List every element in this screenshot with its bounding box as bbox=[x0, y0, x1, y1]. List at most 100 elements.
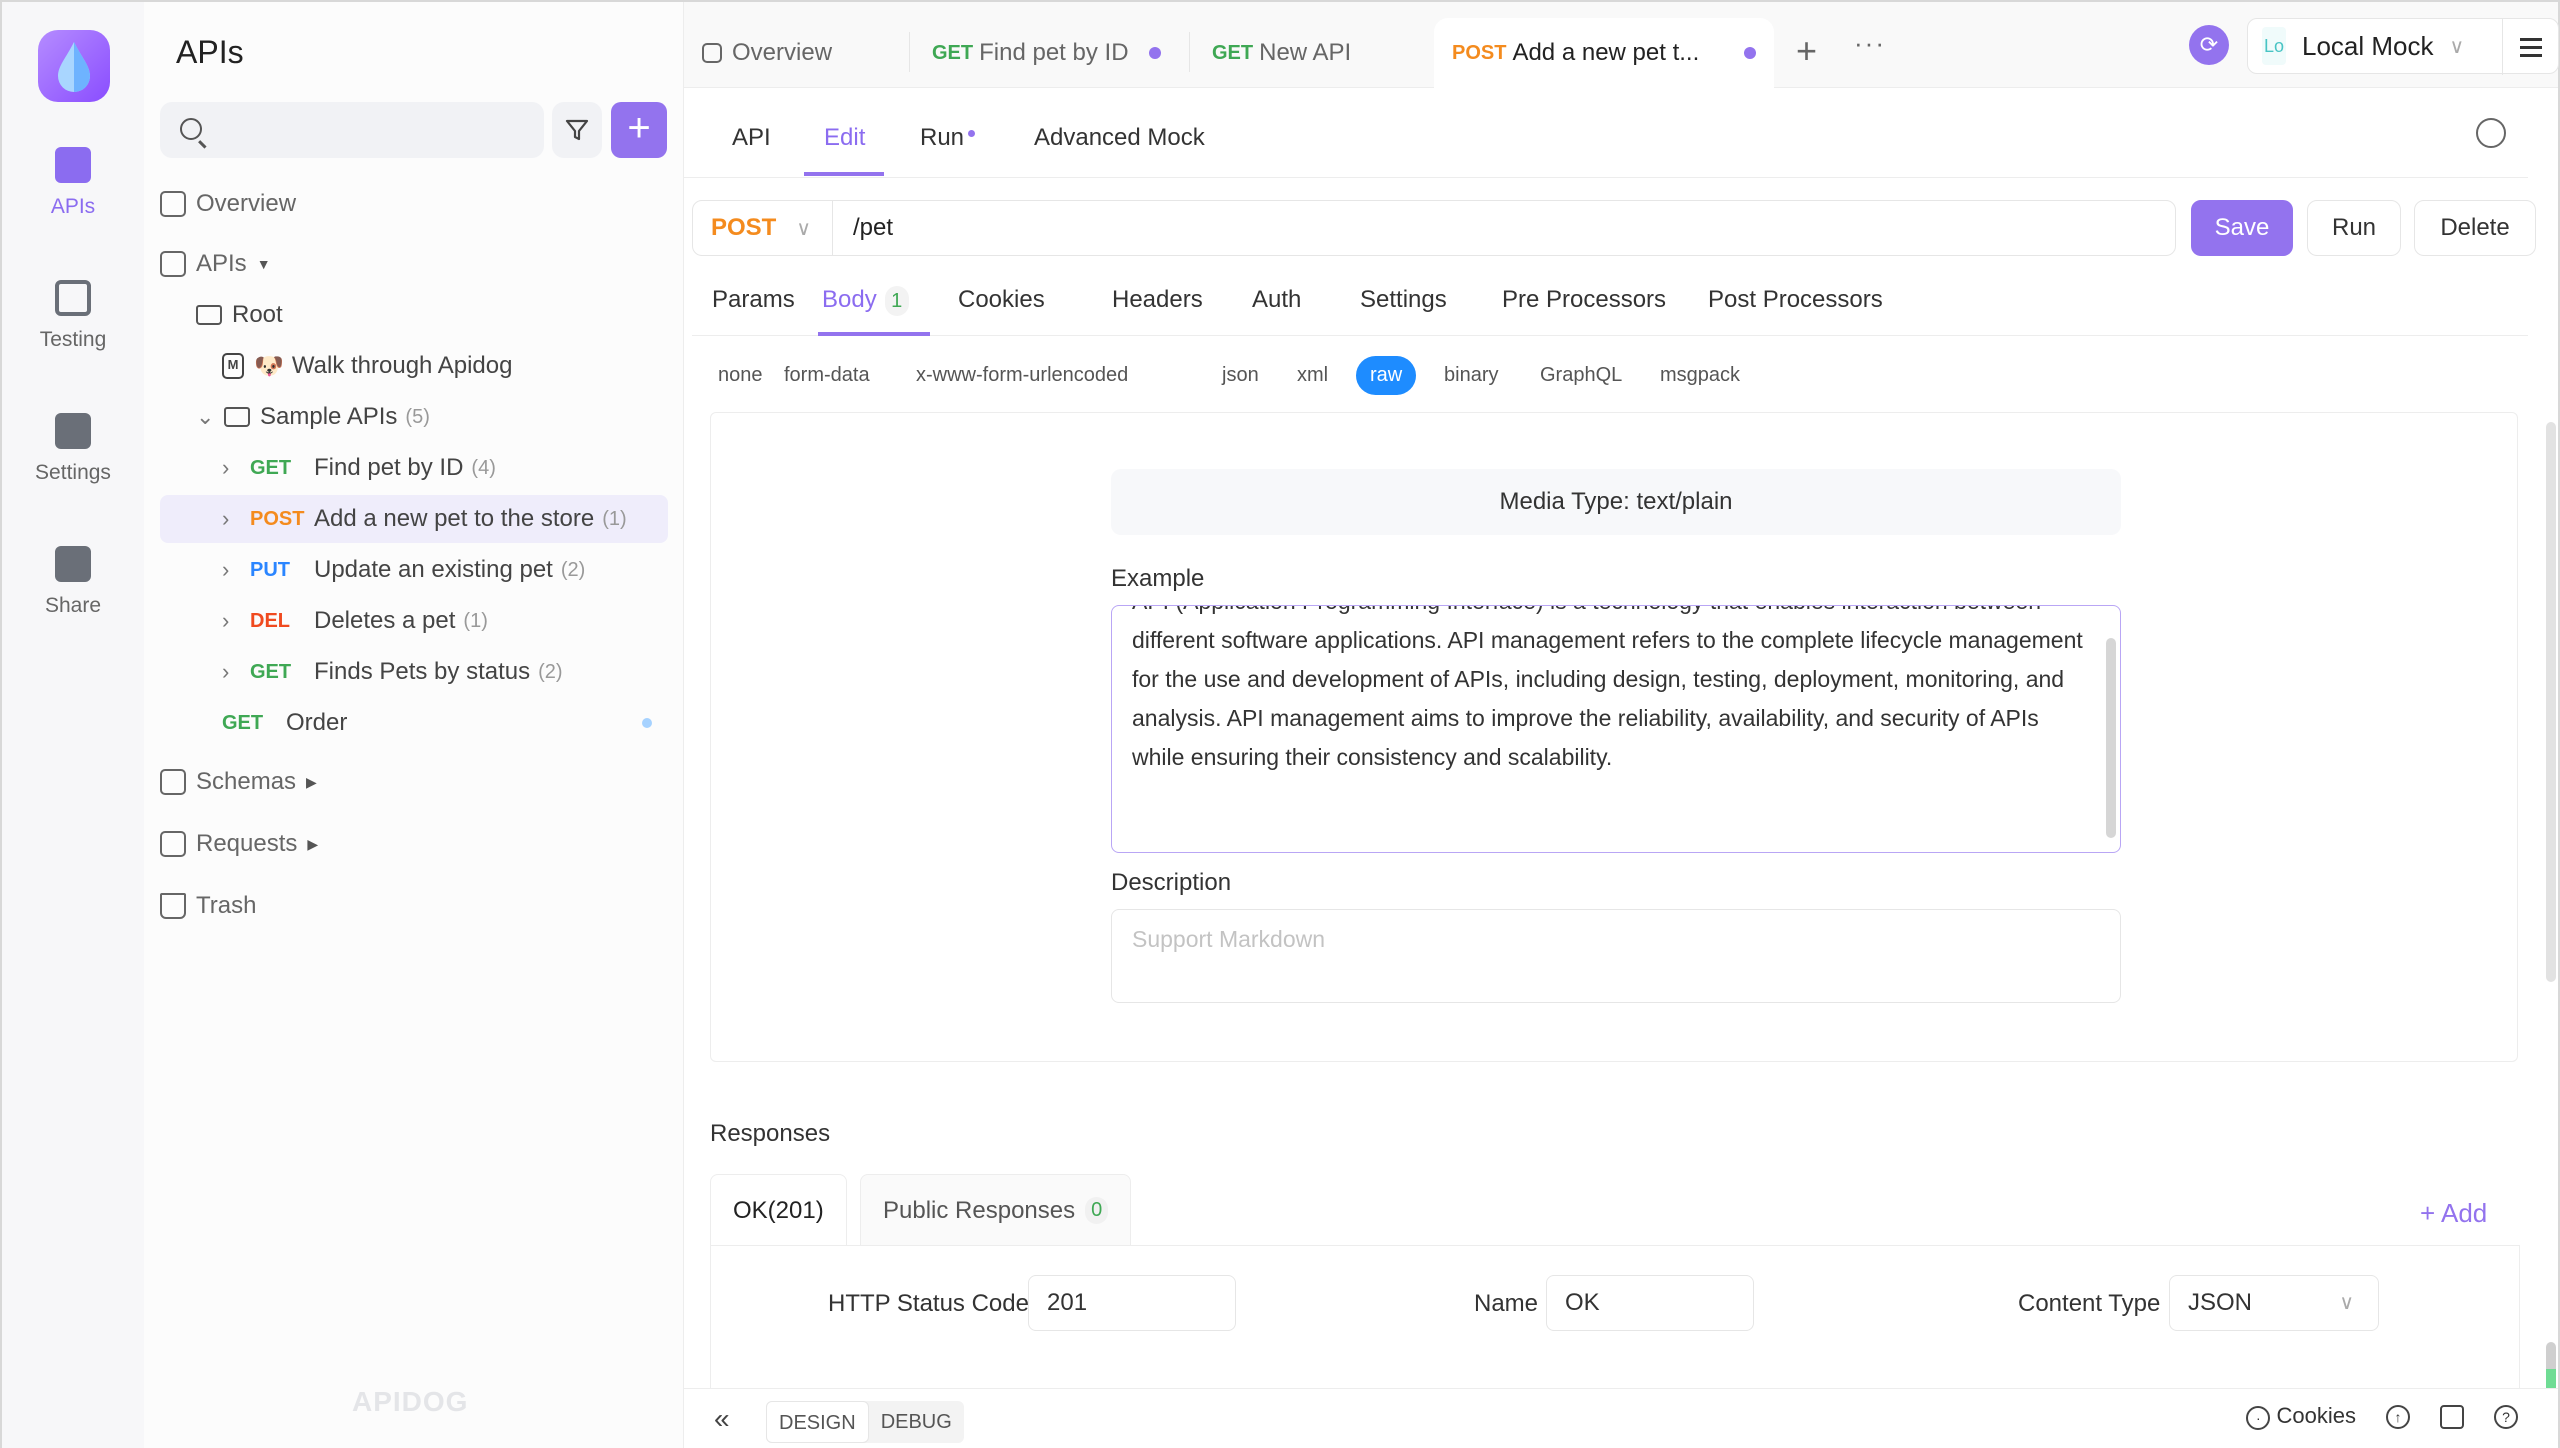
menu-button[interactable] bbox=[2502, 19, 2558, 75]
subtab-api[interactable]: API bbox=[732, 124, 771, 152]
bolt-icon bbox=[160, 831, 186, 857]
overview-icon bbox=[702, 43, 722, 63]
sidebar-item-requests[interactable]: Requests ▶ bbox=[160, 820, 668, 868]
rail-item-share[interactable]: Share bbox=[2, 546, 144, 618]
tab-params[interactable]: Params bbox=[712, 286, 795, 314]
sidebar-item-walkthrough[interactable]: M 🐶 Walk through Apidog bbox=[160, 342, 668, 390]
shirt-icon[interactable] bbox=[2440, 1404, 2464, 1429]
sidebar-endpoint[interactable]: › GET Find pet by ID (4) bbox=[160, 444, 668, 492]
body-type-msgpack[interactable]: msgpack bbox=[1660, 364, 1740, 387]
sidebar-endpoint-order[interactable]: GET Order bbox=[160, 699, 668, 747]
status-bar-actions: · Cookies ↑ ? bbox=[2246, 1403, 2518, 1430]
rail-item-apis[interactable]: APIs bbox=[2, 147, 144, 219]
collapse-sidebar-icon[interactable]: « bbox=[714, 1403, 730, 1435]
body-type-raw[interactable]: raw bbox=[1356, 356, 1417, 395]
more-tabs-button[interactable]: ··· bbox=[1854, 28, 1886, 59]
tab-find-pet[interactable]: GET Find pet by ID bbox=[914, 18, 1179, 88]
chevron-down-icon: ∨ bbox=[796, 217, 811, 240]
unsaved-dot bbox=[1149, 47, 1161, 59]
tab-settings[interactable]: Settings bbox=[1360, 286, 1447, 314]
sidebar-item-trash[interactable]: Trash bbox=[160, 882, 668, 930]
filter-button[interactable] bbox=[552, 102, 602, 158]
sync-button[interactable]: ⟳ bbox=[2189, 25, 2229, 65]
body-type-xml[interactable]: xml bbox=[1297, 364, 1328, 387]
response-tab-public[interactable]: Public Responses 0 bbox=[860, 1174, 1132, 1246]
textarea-scrollbar[interactable] bbox=[2106, 638, 2116, 838]
tab-post-processors[interactable]: Post Processors bbox=[1708, 286, 1883, 314]
tab-bar: Overview GET Find pet by ID GET New API … bbox=[684, 2, 2559, 88]
sidebar-endpoint-selected[interactable]: › POST Add a new pet to the store (1) bbox=[160, 495, 668, 543]
run-button[interactable]: Run bbox=[2307, 200, 2401, 256]
mode-toggle: DESIGN DEBUG bbox=[766, 1401, 964, 1443]
sidebar-folder-sample-apis[interactable]: ⌄ Sample APIs (5) bbox=[160, 393, 668, 441]
add-button[interactable]: + bbox=[611, 102, 667, 158]
sidebar-item-schemas[interactable]: Schemas ▶ bbox=[160, 758, 668, 806]
save-button[interactable]: Save bbox=[2191, 200, 2293, 256]
body-type-graphql[interactable]: GraphQL bbox=[1540, 364, 1622, 387]
add-response-button[interactable]: + Add bbox=[2420, 1198, 2487, 1229]
new-tab-button[interactable]: + bbox=[1796, 30, 1817, 72]
tab-pre-processors[interactable]: Pre Processors bbox=[1502, 286, 1666, 314]
tab-new-api[interactable]: GET New API bbox=[1194, 18, 1424, 88]
rail-item-testing[interactable]: Testing bbox=[2, 280, 144, 352]
upload-icon[interactable]: ↑ bbox=[2386, 1404, 2410, 1429]
response-tab-ok[interactable]: OK(201) bbox=[710, 1174, 847, 1246]
sidebar-endpoint[interactable]: › PUT Update an existing pet (2) bbox=[160, 546, 668, 594]
delete-button[interactable]: Delete bbox=[2414, 200, 2536, 256]
chevron-right-icon: › bbox=[222, 455, 230, 480]
subtab-run[interactable]: Run bbox=[920, 124, 976, 152]
sidebar-endpoint[interactable]: › GET Finds Pets by status (2) bbox=[160, 648, 668, 696]
chevron-right-icon: › bbox=[222, 557, 230, 582]
cookies-button[interactable]: · Cookies bbox=[2246, 1403, 2356, 1430]
tab-overview[interactable]: Overview bbox=[684, 18, 904, 88]
method-badge: PUT bbox=[250, 558, 290, 581]
description-textarea[interactable]: Support Markdown bbox=[1111, 909, 2121, 1003]
sidebar-endpoint[interactable]: › DEL Deletes a pet (1) bbox=[160, 597, 668, 645]
tab-add-pet[interactable]: POST Add a new pet t... bbox=[1434, 18, 1774, 88]
filter-icon bbox=[565, 119, 589, 141]
hamburger-icon bbox=[2519, 37, 2542, 41]
tab-headers[interactable]: Headers bbox=[1112, 286, 1203, 314]
subtab-edit[interactable]: Edit bbox=[824, 124, 865, 152]
sidebar-title: APIs bbox=[176, 34, 244, 70]
rail-item-settings[interactable]: Settings bbox=[2, 413, 144, 485]
overview-icon bbox=[160, 191, 186, 217]
sidebar-item-apis[interactable]: APIs ▼ bbox=[160, 240, 668, 288]
content-type-label: Content Type bbox=[2018, 1290, 2161, 1317]
body-type-form-data[interactable]: form-data bbox=[784, 364, 870, 387]
body-count-badge: 1 bbox=[884, 286, 909, 316]
tab-body[interactable]: Body 1 bbox=[822, 286, 909, 316]
body-type-none[interactable]: none bbox=[718, 364, 763, 387]
apidog-window: APIs Testing Settings Share APIs + Overv… bbox=[0, 0, 2560, 1448]
body-panel: Media Type: text/plain Example API (Appl… bbox=[710, 412, 2518, 1062]
mode-debug[interactable]: DEBUG bbox=[869, 1401, 964, 1443]
help-icon[interactable]: ? bbox=[2494, 1404, 2518, 1429]
mode-design[interactable]: DESIGN bbox=[766, 1401, 869, 1443]
content-type-select[interactable]: JSON ∨ bbox=[2169, 1275, 2379, 1331]
tab-cookies[interactable]: Cookies bbox=[958, 286, 1045, 314]
sidebar-search-input[interactable] bbox=[160, 102, 544, 158]
status-code-label: HTTP Status Code bbox=[828, 1290, 1029, 1317]
method-badge: GET bbox=[222, 711, 264, 734]
active-tab-indicator bbox=[818, 332, 930, 336]
sidebar-item-root[interactable]: Root bbox=[160, 291, 668, 339]
history-edit-icon[interactable] bbox=[2476, 118, 2506, 148]
environment-select[interactable]: Lo Local Mock ∨ bbox=[2247, 18, 2559, 75]
tab-auth[interactable]: Auth bbox=[1252, 286, 1301, 314]
main-scrollbar[interactable] bbox=[2546, 422, 2556, 982]
path-input[interactable]: /pet bbox=[853, 214, 893, 242]
example-textarea[interactable]: API (Application Programming Interface) … bbox=[1111, 605, 2121, 853]
method-select[interactable]: POST ∨ bbox=[693, 201, 833, 255]
body-type-urlencoded[interactable]: x-www-form-urlencoded bbox=[916, 364, 1128, 387]
sidebar-item-overview[interactable]: Overview bbox=[160, 180, 668, 228]
subtab-advanced-mock[interactable]: Advanced Mock bbox=[1034, 124, 1205, 152]
markdown-doc-icon: M bbox=[222, 353, 244, 379]
apidog-logo bbox=[38, 30, 110, 102]
status-code-input[interactable]: 201 bbox=[1028, 1275, 1236, 1331]
name-input[interactable]: OK bbox=[1546, 1275, 1754, 1331]
body-type-json[interactable]: json bbox=[1222, 364, 1259, 387]
plus-icon: + bbox=[1796, 30, 1818, 71]
chevron-down-icon: ∨ bbox=[2339, 1292, 2354, 1314]
environment-badge: Lo bbox=[2262, 27, 2286, 65]
body-type-binary[interactable]: binary bbox=[1444, 364, 1498, 387]
